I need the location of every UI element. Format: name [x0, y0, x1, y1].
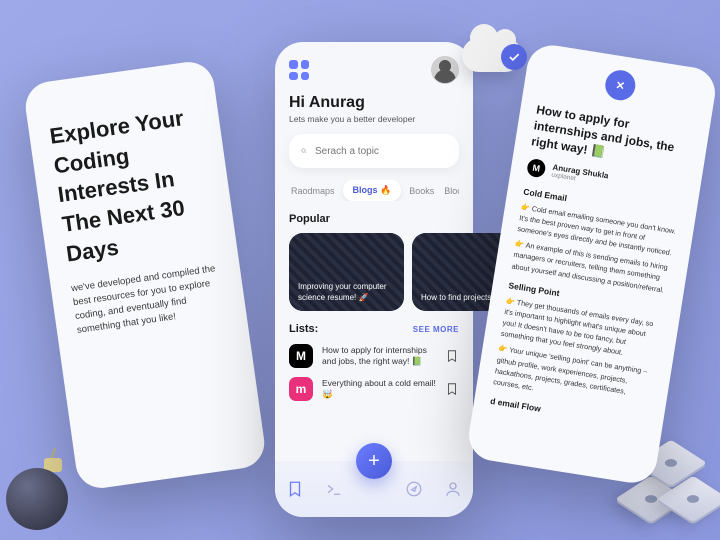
- headline: Explore Your Coding Interests In The Nex…: [48, 101, 217, 269]
- card-text: Improving your computer science resume! …: [298, 282, 395, 303]
- search-bar[interactable]: [289, 134, 459, 168]
- list-item[interactable]: m Everything about a cold email! 🤯: [289, 377, 459, 401]
- popular-title: Popular: [289, 213, 459, 225]
- add-button[interactable]: +: [356, 443, 392, 479]
- list-item[interactable]: M How to apply for internships and jobs,…: [289, 344, 459, 368]
- article-body: Cold Email 👉 Cold email emailing someone…: [489, 185, 680, 433]
- search-icon: [301, 144, 307, 158]
- home-screen: Hi Anurag Lets make you a better develop…: [275, 42, 473, 517]
- bomb-decoration: [6, 450, 86, 530]
- tagline: Lets make you a better developer: [289, 114, 459, 124]
- list-item-text: Everything about a cold email! 🤯: [322, 378, 436, 400]
- bookmark-nav-icon[interactable]: [286, 480, 304, 498]
- tab-blogs[interactable]: Blogs 🔥: [343, 180, 402, 201]
- profile-nav-icon[interactable]: [444, 480, 462, 498]
- app-icon: m: [289, 377, 313, 401]
- author-avatar: M: [526, 157, 547, 178]
- menu-grid-icon[interactable]: [289, 60, 309, 80]
- category-tabs: Raodmaps Blogs 🔥 Books Blockch: [289, 180, 459, 201]
- onboarding-screen: Explore Your Coding Interests In The Nex…: [22, 59, 267, 491]
- bottom-nav: +: [275, 461, 473, 517]
- compass-nav-icon[interactable]: [405, 480, 423, 498]
- search-input[interactable]: [315, 146, 447, 157]
- medium-icon: M: [289, 344, 313, 368]
- article-screen: How to apply for internships and jobs, t…: [465, 42, 718, 487]
- cloud-decoration: [455, 28, 529, 72]
- headline-sub: we've developed and compiled the best re…: [70, 262, 226, 337]
- lists-title: Lists:: [289, 323, 318, 335]
- see-more-link[interactable]: SEE MORE: [413, 325, 459, 334]
- bookmark-icon[interactable]: [445, 349, 459, 363]
- terminal-nav-icon[interactable]: [325, 480, 343, 498]
- list-item-text: How to apply for internships and jobs, t…: [322, 345, 436, 367]
- bookmark-icon[interactable]: [445, 382, 459, 396]
- close-icon: [613, 78, 627, 92]
- close-button[interactable]: [603, 68, 637, 102]
- greeting: Hi Anurag: [289, 94, 459, 112]
- tab-roadmaps[interactable]: Raodmaps: [289, 182, 337, 200]
- tab-books[interactable]: Books: [407, 182, 436, 200]
- popular-card[interactable]: Improving your computer science resume! …: [289, 233, 404, 311]
- tab-blockchain[interactable]: Blockch: [442, 182, 459, 200]
- check-badge-icon: [501, 44, 527, 70]
